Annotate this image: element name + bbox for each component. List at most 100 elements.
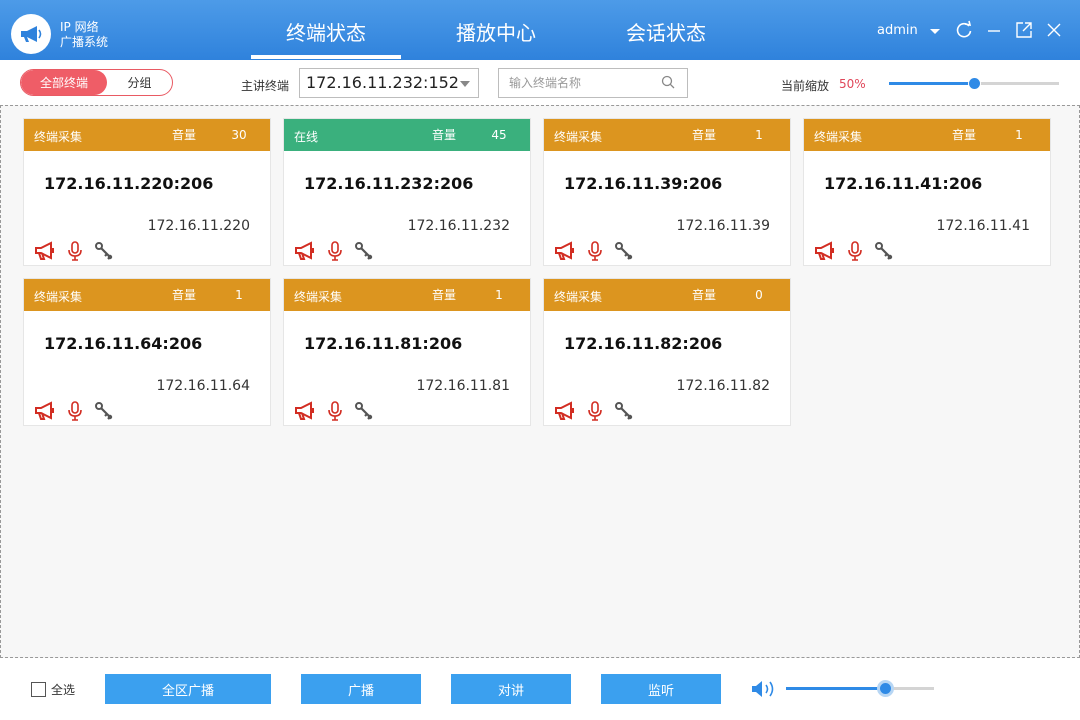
microphone-icon[interactable] [324,241,346,261]
terminal-volume-label: 音量 [172,288,197,302]
broadcast-icon[interactable] [294,401,316,421]
terminal-card[interactable]: 终端采集 音量 1 172.16.11.39:206 172.16.11.39 [543,118,791,266]
user-name[interactable]: admin [877,23,918,38]
terminal-card[interactable]: 终端采集 音量 1 172.16.11.81:206 172.16.11.81 [283,278,531,426]
terminal-status: 在线 [294,130,319,144]
terminal-actions [34,401,116,421]
app-logo [11,14,51,54]
zoom-slider[interactable] [889,77,1059,90]
terminal-volume-label: 音量 [432,288,457,302]
terminal-volume-label: 音量 [952,128,977,142]
speaker-volume-icon[interactable] [751,680,777,698]
terminal-volume-value: 1 [235,288,243,302]
select-all-label[interactable]: 全选 [51,681,75,698]
terminal-actions [294,401,376,421]
seg-groups[interactable]: 分组 [107,70,172,95]
broadcast-icon[interactable] [554,241,576,261]
terminal-actions [34,241,116,261]
terminal-volume-value: 1 [755,128,763,142]
key-icon[interactable] [874,241,896,261]
terminal-card[interactable]: 终端采集 音量 30 172.16.11.220:206 172.16.11.220 [23,118,271,266]
close-icon[interactable] [1044,20,1064,40]
terminal-status: 终端采集 [554,290,603,304]
intercom-button[interactable]: 对讲 [451,674,571,704]
app-title-line1: IP 网络 [60,20,99,34]
microphone-icon[interactable] [324,401,346,421]
terminal-card[interactable]: 在线 音量 45 172.16.11.232:206 172.16.11.232 [283,118,531,266]
seg-all-terminals[interactable]: 全部终端 [21,70,107,95]
key-icon[interactable] [94,401,116,421]
broadcast-button[interactable]: 广播 [301,674,421,704]
chevron-down-icon[interactable] [460,81,470,87]
master-volume-fill [786,687,886,690]
master-volume-handle[interactable] [876,680,894,697]
host-terminal-label: 主讲终端 [241,79,290,93]
title-bar: IP 网络 广播系统 终端状态 播放中心 会话状态 admin [0,0,1080,60]
terminal-card-header: 终端采集 音量 30 [24,119,270,151]
minimize-icon[interactable] [984,20,1004,40]
terminal-card-header: 在线 音量 45 [284,119,530,151]
terminal-volume-label: 音量 [692,128,717,142]
app-title: IP 网络 广播系统 [60,20,108,50]
broadcast-icon[interactable] [814,241,836,261]
key-icon[interactable] [354,401,376,421]
broadcast-icon[interactable] [294,241,316,261]
terminal-volume-value: 1 [1015,128,1023,142]
terminal-grid: 终端采集 音量 30 172.16.11.220:206 172.16.11.220 在线… [0,105,1080,658]
terminal-ip: 172.16.11.64 [156,378,250,394]
terminal-card[interactable]: 终端采集 音量 0 172.16.11.82:206 172.16.11.82 [543,278,791,426]
select-all-checkbox[interactable] [31,682,46,697]
microphone-icon[interactable] [844,241,866,261]
key-icon[interactable] [354,241,376,261]
zoom-label: 当前缩放 [781,79,830,93]
terminal-ip: 172.16.11.39 [676,218,770,234]
footer-bar: 全选 全区广播 广播 对讲 监听 [0,658,1080,720]
zoom-slider-handle[interactable] [967,77,981,90]
app-title-line2: 广播系统 [60,35,109,49]
microphone-icon[interactable] [64,241,86,261]
microphone-icon[interactable] [64,401,86,421]
master-volume-slider[interactable] [786,680,934,697]
terminal-card-header: 终端采集 音量 0 [544,279,790,311]
terminal-name: 172.16.11.81:206 [304,334,463,353]
terminal-name: 172.16.11.82:206 [564,334,723,353]
monitor-button[interactable]: 监听 [601,674,721,704]
key-icon[interactable] [94,241,116,261]
broadcast-icon[interactable] [34,401,56,421]
terminal-actions [294,241,376,261]
terminal-status: 终端采集 [554,130,603,144]
key-icon[interactable] [614,401,636,421]
terminal-card[interactable]: 终端采集 音量 1 172.16.11.41:206 172.16.11.41 [803,118,1051,266]
terminal-status: 终端采集 [34,290,83,304]
terminal-name: 172.16.11.41:206 [824,174,983,193]
broadcast-icon[interactable] [554,401,576,421]
tab-session-status[interactable]: 会话状态 [626,20,706,46]
tab-playback-center[interactable]: 播放中心 [456,20,536,46]
key-icon[interactable] [614,241,636,261]
terminal-search-input[interactable] [498,68,688,98]
terminal-card[interactable]: 终端采集 音量 1 172.16.11.64:206 172.16.11.64 [23,278,271,426]
refresh-icon[interactable] [954,20,974,40]
terminal-volume-label: 音量 [432,128,457,142]
user-menu-caret-icon[interactable] [930,29,940,34]
all-zone-broadcast-button[interactable]: 全区广播 [105,674,271,704]
terminal-name: 172.16.11.232:206 [304,174,474,193]
terminal-name: 172.16.11.220:206 [44,174,214,193]
terminal-card-header: 终端采集 音量 1 [544,119,790,151]
zoom-value: 50% [839,77,866,91]
host-terminal-select[interactable]: 172.16.11.232:152 [299,68,479,98]
maximize-icon[interactable] [1014,20,1034,40]
terminal-volume-value: 1 [495,288,503,302]
view-segmented-control: 全部终端 分组 [20,69,173,96]
terminal-volume-value: 45 [491,128,507,142]
broadcast-icon[interactable] [34,241,56,261]
terminal-ip: 172.16.11.82 [676,378,770,394]
terminal-status: 终端采集 [814,130,863,144]
microphone-icon[interactable] [584,401,606,421]
tab-terminal-status[interactable]: 终端状态 [251,20,401,59]
terminal-ip: 172.16.11.220 [147,218,250,234]
microphone-icon[interactable] [584,241,606,261]
terminal-ip: 172.16.11.81 [416,378,510,394]
search-icon[interactable] [661,75,675,89]
megaphone-logo-icon [21,26,42,42]
